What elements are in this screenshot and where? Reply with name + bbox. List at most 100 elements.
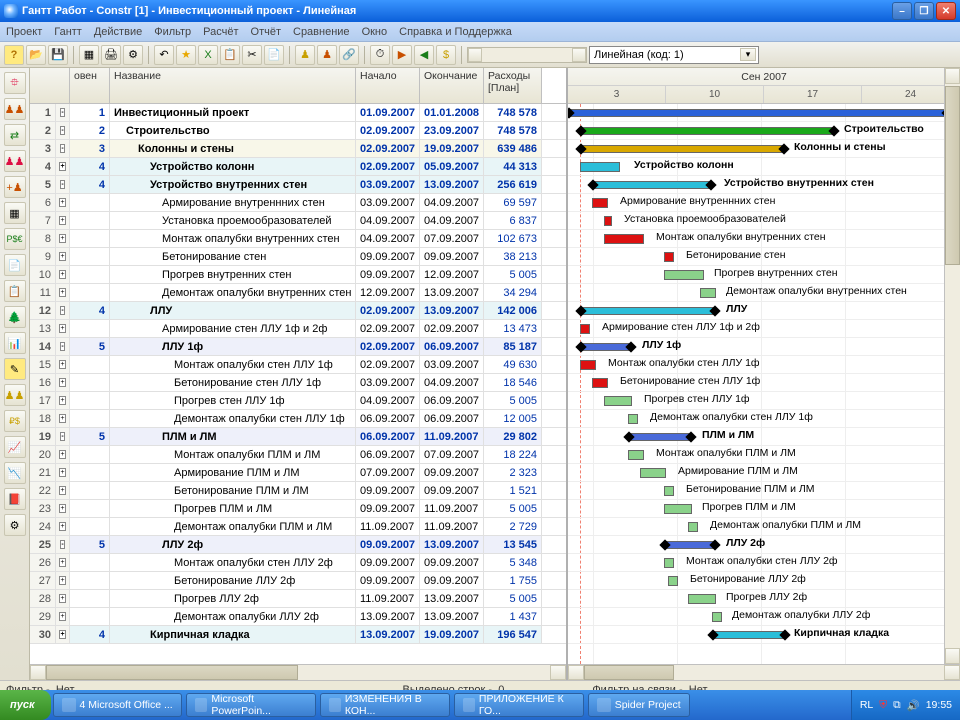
gantt-row[interactable]: Демонтаж опалубки ПЛМ и ЛМ [568, 518, 960, 536]
gantt-row[interactable]: Армирование ПЛМ и ЛМ [568, 464, 960, 482]
copy-button[interactable]: 📋 [220, 45, 240, 65]
row-toggle[interactable]: + [56, 554, 70, 571]
gantt-row[interactable]: Демонтаж опалубки внутренних стен [568, 284, 960, 302]
gantt-row[interactable]: Монтаж опалубки стен ЛЛУ 2ф [568, 554, 960, 572]
gantt-row[interactable]: Демонтаж опалубки стен ЛЛУ 1ф [568, 410, 960, 428]
sidebar-doc2-icon[interactable]: 📋 [4, 280, 26, 302]
gantt-row[interactable]: Строительство [568, 122, 960, 140]
col-end[interactable]: Окончание [420, 68, 484, 103]
row-toggle[interactable]: - [56, 338, 70, 355]
table-row[interactable]: 12-4ЛЛУ02.09.200713.09.2007142 006 [30, 302, 566, 320]
calc-forward-button[interactable]: ▶ [392, 45, 412, 65]
table-row[interactable]: 10+Прогрев внутренних стен09.09.200712.0… [30, 266, 566, 284]
gantt-bar[interactable] [628, 450, 644, 460]
menu-проект[interactable]: Проект [6, 26, 42, 38]
save-button[interactable]: 💾 [48, 45, 68, 65]
sidebar-resources-icon[interactable]: ♟♟ [4, 98, 26, 120]
gantt-bar[interactable] [580, 360, 596, 370]
gantt-row[interactable]: Прогрев ЛЛУ 2ф [568, 590, 960, 608]
gantt-bar[interactable] [580, 324, 590, 334]
menu-гантт[interactable]: Гантт [54, 26, 82, 38]
table-row[interactable]: 23+Прогрев ПЛМ и ЛМ09.09.200711.09.20075… [30, 500, 566, 518]
table-row[interactable]: 4+4Устройство колонн02.09.200705.09.2007… [30, 158, 566, 176]
gantt-row[interactable]: Прогрев ПЛМ и ЛМ [568, 500, 960, 518]
row-toggle[interactable]: + [56, 320, 70, 337]
row-toggle[interactable]: - [56, 104, 70, 121]
gantt-bar[interactable] [712, 631, 786, 639]
table-row[interactable]: 18+Демонтаж опалубки стен ЛЛУ 1ф06.09.20… [30, 410, 566, 428]
gantt-row[interactable]: Устройство внутренних стен [568, 176, 960, 194]
settings-button[interactable]: ⚙ [123, 45, 143, 65]
table-row[interactable]: 6+Армирование внутреннних стен03.09.2007… [30, 194, 566, 212]
row-toggle[interactable]: + [56, 446, 70, 463]
gantt-row[interactable]: Демонтаж опалубки ЛЛУ 2ф [568, 608, 960, 626]
sidebar-doc1-icon[interactable]: 📄 [4, 254, 26, 276]
gantt-bar[interactable] [568, 109, 948, 117]
table-row[interactable]: 5-4Устройство внутренних стен03.09.20071… [30, 176, 566, 194]
gantt-bar[interactable] [664, 541, 716, 549]
sidebar-currency-icon[interactable]: ₽$ [4, 410, 26, 432]
row-toggle[interactable]: - [56, 302, 70, 319]
link-button[interactable]: 🔗 [339, 45, 359, 65]
table-row[interactable]: 27+Бетонирование ЛЛУ 2ф09.09.200709.09.2… [30, 572, 566, 590]
sidebar-book-icon[interactable]: 📕 [4, 488, 26, 510]
sidebar-tree-icon[interactable]: 🌲 [4, 306, 26, 328]
row-toggle[interactable]: + [56, 392, 70, 409]
table-row[interactable]: 21+Армирование ПЛМ и ЛМ07.09.200709.09.2… [30, 464, 566, 482]
resource-button[interactable]: ♟ [295, 45, 315, 65]
cut-button[interactable]: ✂ [242, 45, 262, 65]
table-row[interactable]: 7+Установка проемообразователей04.09.200… [30, 212, 566, 230]
row-toggle[interactable]: + [56, 572, 70, 589]
row-toggle[interactable]: - [56, 140, 70, 157]
tray-lang[interactable]: RL [860, 699, 873, 711]
minimize-button[interactable]: – [892, 2, 912, 20]
table-row[interactable]: 22+Бетонирование ПЛМ и ЛМ09.09.200709.09… [30, 482, 566, 500]
row-toggle[interactable]: + [56, 284, 70, 301]
table-row[interactable]: 8+Монтаж опалубки внутренних стен04.09.2… [30, 230, 566, 248]
row-toggle[interactable]: + [56, 410, 70, 427]
gantt-bar[interactable] [580, 145, 785, 153]
menu-фильтр[interactable]: Фильтр [154, 26, 191, 38]
scroll-left-arrow[interactable] [468, 48, 482, 62]
table-row[interactable]: 30+4Кирпичная кладка13.09.200719.09.2007… [30, 626, 566, 644]
col-level[interactable]: овен [70, 68, 110, 103]
gantt-row[interactable]: Бетонирование стен ЛЛУ 1ф [568, 374, 960, 392]
row-toggle[interactable]: + [56, 266, 70, 283]
gantt-row[interactable]: Колонны и стены [568, 140, 960, 158]
help-button[interactable]: ? [4, 45, 24, 65]
gantt-bar[interactable] [664, 270, 704, 280]
row-toggle[interactable]: - [56, 176, 70, 193]
gantt-bar[interactable] [688, 594, 716, 604]
table-row[interactable]: 3-3Колонны и стены02.09.200719.09.200763… [30, 140, 566, 158]
row-toggle[interactable]: + [56, 626, 70, 643]
gantt-bar[interactable] [604, 216, 612, 226]
row-toggle[interactable]: - [56, 428, 70, 445]
row-toggle[interactable]: - [56, 536, 70, 553]
excel-button[interactable]: X [198, 45, 218, 65]
gantt-bar[interactable] [580, 307, 716, 315]
tray-shield-icon[interactable]: ⛨ [879, 699, 887, 712]
gantt-row[interactable]: Прогрев внутренних стен [568, 266, 960, 284]
row-toggle[interactable]: + [56, 464, 70, 481]
person-button[interactable]: ♟ [317, 45, 337, 65]
table-row[interactable]: 11+Демонтаж опалубки внутренних стен12.0… [30, 284, 566, 302]
row-toggle[interactable]: + [56, 158, 70, 175]
col-cost[interactable]: Расходы [План] [484, 68, 542, 103]
tray-net-icon[interactable]: ⧉ [893, 699, 901, 712]
table-row[interactable]: 14-5ЛЛУ 1ф02.09.200706.09.200785 187 [30, 338, 566, 356]
table-row[interactable]: 1-1Инвестиционный проект01.09.200701.01.… [30, 104, 566, 122]
print-button[interactable]: 🖨 [101, 45, 121, 65]
gantt-bar[interactable] [628, 414, 638, 424]
sidebar-assignments-icon[interactable]: ⇄ [4, 124, 26, 146]
gantt-bar[interactable] [580, 127, 835, 135]
gantt-vscroll[interactable] [944, 68, 960, 664]
gantt-bar[interactable] [664, 486, 674, 496]
menu-действие[interactable]: Действие [94, 26, 142, 38]
gantt-row[interactable]: Устройство колонн [568, 158, 960, 176]
sidebar-team-icon[interactable]: ♟♟ [4, 150, 26, 172]
calc-back-button[interactable]: ◀ [414, 45, 434, 65]
gantt-bar[interactable] [668, 576, 678, 586]
col-name[interactable]: Название [110, 68, 356, 103]
row-toggle[interactable]: + [56, 194, 70, 211]
col-rownum[interactable] [30, 68, 70, 103]
